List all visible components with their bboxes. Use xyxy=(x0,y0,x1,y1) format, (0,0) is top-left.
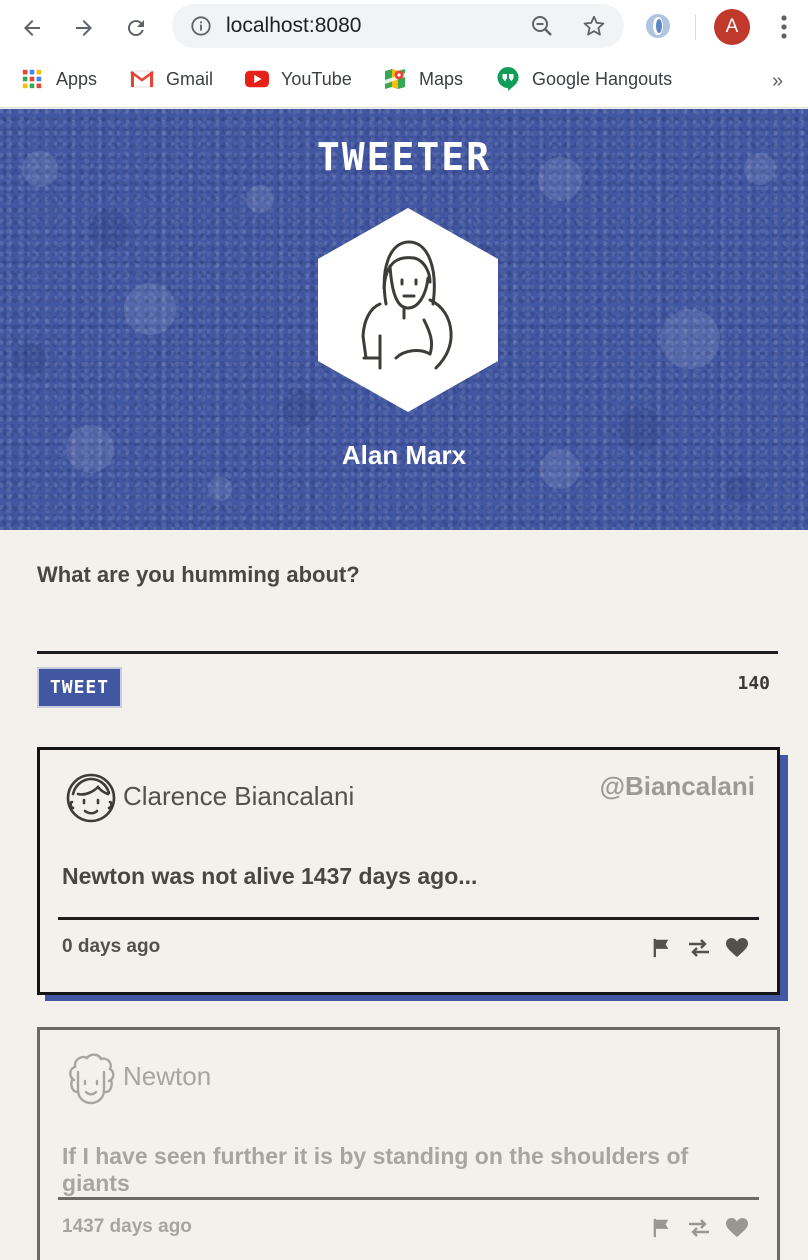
toolbar-divider xyxy=(695,14,696,40)
apps-grid-icon xyxy=(20,67,44,91)
tweet-timestamp: 1437 days ago xyxy=(62,1216,192,1237)
tweet-author-handle: @Biancalani xyxy=(599,771,755,801)
tweet-author-name: Clarence Biancalani xyxy=(123,781,355,811)
browser-toolbar: localhost:8080 A xyxy=(0,0,808,56)
profile-header: TWEETER Alan Marx xyxy=(0,109,808,530)
flag-icon[interactable] xyxy=(649,1216,673,1240)
newton-avatar-icon xyxy=(69,1053,115,1105)
tweet-divider xyxy=(58,917,759,920)
bookmark-label: Google Hangouts xyxy=(532,68,673,89)
flag-icon[interactable] xyxy=(649,936,673,960)
bookmark-label: Maps xyxy=(419,68,464,89)
back-button[interactable] xyxy=(14,10,50,46)
bookmark-youtube[interactable]: YouTube xyxy=(245,66,352,92)
zoom-out-icon[interactable] xyxy=(530,14,554,38)
bookmark-star-icon[interactable] xyxy=(582,14,606,38)
bookmark-hangouts[interactable]: Google Hangouts xyxy=(496,66,672,92)
address-bar-url[interactable]: localhost:8080 xyxy=(226,13,361,39)
tweet-divider xyxy=(58,1197,759,1200)
profile-avatar[interactable]: A xyxy=(714,9,750,45)
retweet-icon[interactable] xyxy=(687,936,711,960)
bookmark-label: Apps xyxy=(56,68,98,89)
bookmarks-overflow-button[interactable]: » xyxy=(772,70,783,93)
compose-label: What are you humming about? xyxy=(37,562,360,587)
tweet-content: If I have seen further it is by standing… xyxy=(62,1143,689,1196)
app-title: TWEETER xyxy=(316,135,492,179)
char-counter: 140 xyxy=(737,673,770,694)
heart-icon[interactable] xyxy=(725,1216,749,1240)
bookmarks-bar: Apps Gmail YouTube Maps Google Hangouts … xyxy=(0,56,808,108)
retweet-icon[interactable] xyxy=(687,1216,711,1240)
profile-name: Alan Marx xyxy=(341,440,467,470)
man-avatar-icon xyxy=(66,773,116,823)
profile-avatar-hexagon xyxy=(318,208,498,412)
tweet-card[interactable]: Clarence Biancalani @Biancalani Newton w… xyxy=(37,747,780,995)
youtube-icon xyxy=(245,67,269,91)
tweet-author-name: Newton xyxy=(123,1061,212,1091)
compose-input[interactable] xyxy=(37,600,778,654)
forward-arrow-icon xyxy=(76,20,92,36)
forward-button[interactable] xyxy=(66,10,102,46)
tweet-content: Newton was not alive 1437 days ago... xyxy=(62,863,478,889)
back-arrow-icon xyxy=(24,20,40,36)
extension-icon[interactable] xyxy=(644,12,672,40)
site-info-icon[interactable] xyxy=(190,15,212,37)
tweet-actions xyxy=(649,1216,749,1240)
hangouts-icon xyxy=(496,67,520,91)
tweet-card[interactable]: Newton If I have seen further it is by s… xyxy=(37,1027,780,1260)
bookmark-label: YouTube xyxy=(281,68,352,89)
bookmark-maps[interactable]: Maps xyxy=(383,66,463,92)
browser-menu-icon[interactable] xyxy=(770,12,798,42)
tweet-timestamp: 0 days ago xyxy=(62,936,161,957)
tweet-actions xyxy=(649,936,749,960)
heart-icon[interactable] xyxy=(725,936,749,960)
bookmark-apps[interactable]: Apps xyxy=(20,66,97,92)
bookmark-label: Gmail xyxy=(166,68,214,89)
reload-icon xyxy=(127,20,144,37)
tweet-button[interactable]: TWEET xyxy=(37,667,122,708)
maps-icon xyxy=(383,67,407,91)
gmail-icon xyxy=(130,67,154,91)
bookmark-gmail[interactable]: Gmail xyxy=(130,66,213,92)
reload-button[interactable] xyxy=(118,10,154,46)
